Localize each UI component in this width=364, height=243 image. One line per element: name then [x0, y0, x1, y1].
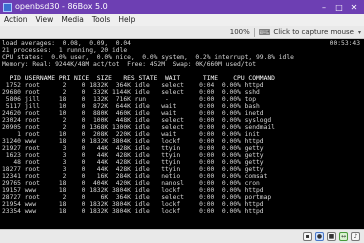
- process-row: 21954 www 18 0 1832K 3804K idle lockf 0:…: [2, 201, 264, 208]
- close-button[interactable]: ✕: [347, 2, 361, 13]
- network-icon[interactable]: ↔: [339, 232, 348, 241]
- window-title: openbsd30 - 86Box 5.0: [15, 2, 108, 11]
- process-row: 18277 root 3 0 44K 428K idle ttyin 0:00 …: [2, 166, 264, 173]
- process-row: 23354 www 18 0 1832K 3804K idle lockf 0:…: [2, 208, 264, 215]
- menu-help[interactable]: Help: [114, 14, 139, 26]
- window-controls: – □ ✕: [317, 2, 361, 13]
- process-row: 5806 jill 18 0 132K 716K run - 0:00 0.00…: [2, 96, 257, 103]
- process-row: 23024 root 2 0 100K 448K idle select 0:0…: [2, 117, 272, 124]
- app-icon: [3, 2, 12, 12]
- toolbar-separator: [253, 27, 255, 37]
- hdd-icon[interactable]: ■: [327, 232, 336, 241]
- keyboard-icon: ⌨: [258, 27, 271, 37]
- process-row: 19157 www 18 0 1832K 3804K idle lockf 0:…: [2, 187, 264, 194]
- process-row: 20905 root 2 0 1368K 1300K idle select 0…: [2, 124, 275, 131]
- process-row: 1752 root 2 0 1832K 364K idle select 0:0…: [2, 82, 264, 89]
- minimize-button[interactable]: –: [317, 2, 331, 13]
- clock: 00:53:43: [329, 40, 360, 47]
- cdrom-icon[interactable]: ●: [315, 232, 324, 241]
- zoom-level[interactable]: 100%: [230, 28, 250, 36]
- process-row: 21927 root 3 0 44K 428K idle ttyin 0:00 …: [2, 145, 264, 152]
- memory-summary: Memory: Real: 9244K/48M act/tot Free: 45…: [2, 61, 257, 68]
- chevron-down-icon[interactable]: ▾: [358, 29, 361, 36]
- process-table-header: PID USERNAME PRI NICE SIZE RES STATE WAI…: [2, 75, 275, 82]
- process-summary: 21 processes: 1 running, 20 idle: [2, 47, 128, 54]
- cpu-states: CPU states: 0.0% user, 0.0% nice, 0.0% s…: [2, 54, 294, 61]
- status-bar: ▪ ● ■ ↔ ♪: [0, 229, 364, 243]
- floppy-icon[interactable]: ▪: [303, 232, 312, 241]
- sound-icon[interactable]: ♪: [351, 232, 360, 241]
- process-row: 24620 root 10 0 880K 460K idle wait 0:00…: [2, 110, 264, 117]
- capture-mouse-hint: Click to capture mouse: [273, 28, 354, 36]
- toolbar: 100% ⌨ Click to capture mouse ▾: [0, 26, 364, 39]
- emulator-screen[interactable]: load averages: 0.08, 0.09, 0.04 00:53:43…: [0, 39, 364, 229]
- process-row: 31240 www 18 0 1832K 3804K idle lockf 0:…: [2, 138, 264, 145]
- process-row: 48 root 3 0 44K 428K idle ttyin 0:00 0.0…: [2, 159, 264, 166]
- menu-tools[interactable]: Tools: [88, 14, 114, 26]
- menu-action[interactable]: Action: [0, 14, 32, 26]
- menu-bar: Action View Media Tools Help: [0, 14, 364, 26]
- menu-media[interactable]: Media: [57, 14, 88, 26]
- menu-view[interactable]: View: [32, 14, 58, 26]
- process-row: 28727 root 2 0 6K 364K idle select 0:00 …: [2, 194, 272, 201]
- process-row: 1623 root 3 0 44K 428K idle ttyin 0:00 0…: [2, 152, 264, 159]
- maximize-button[interactable]: □: [332, 2, 346, 13]
- process-row: 12341 root 2 0 16K 284K idle netio 0:00 …: [2, 173, 268, 180]
- window-titlebar: openbsd30 - 86Box 5.0 – □ ✕: [0, 0, 364, 14]
- process-row: 1 root 10 0 208K 220K idle wait 0:00 0.0…: [2, 131, 260, 138]
- process-row: 5117 jill 10 0 872K 644K idle wait 0:00 …: [2, 103, 260, 110]
- process-row: 29680 root 2 0 332K 1144K idle select 0:…: [2, 89, 260, 96]
- process-row: 29765 root 18 0 404K 420K idle nanosl 0:…: [2, 180, 260, 187]
- load-averages: load averages: 0.08, 0.09, 0.04: [2, 40, 131, 47]
